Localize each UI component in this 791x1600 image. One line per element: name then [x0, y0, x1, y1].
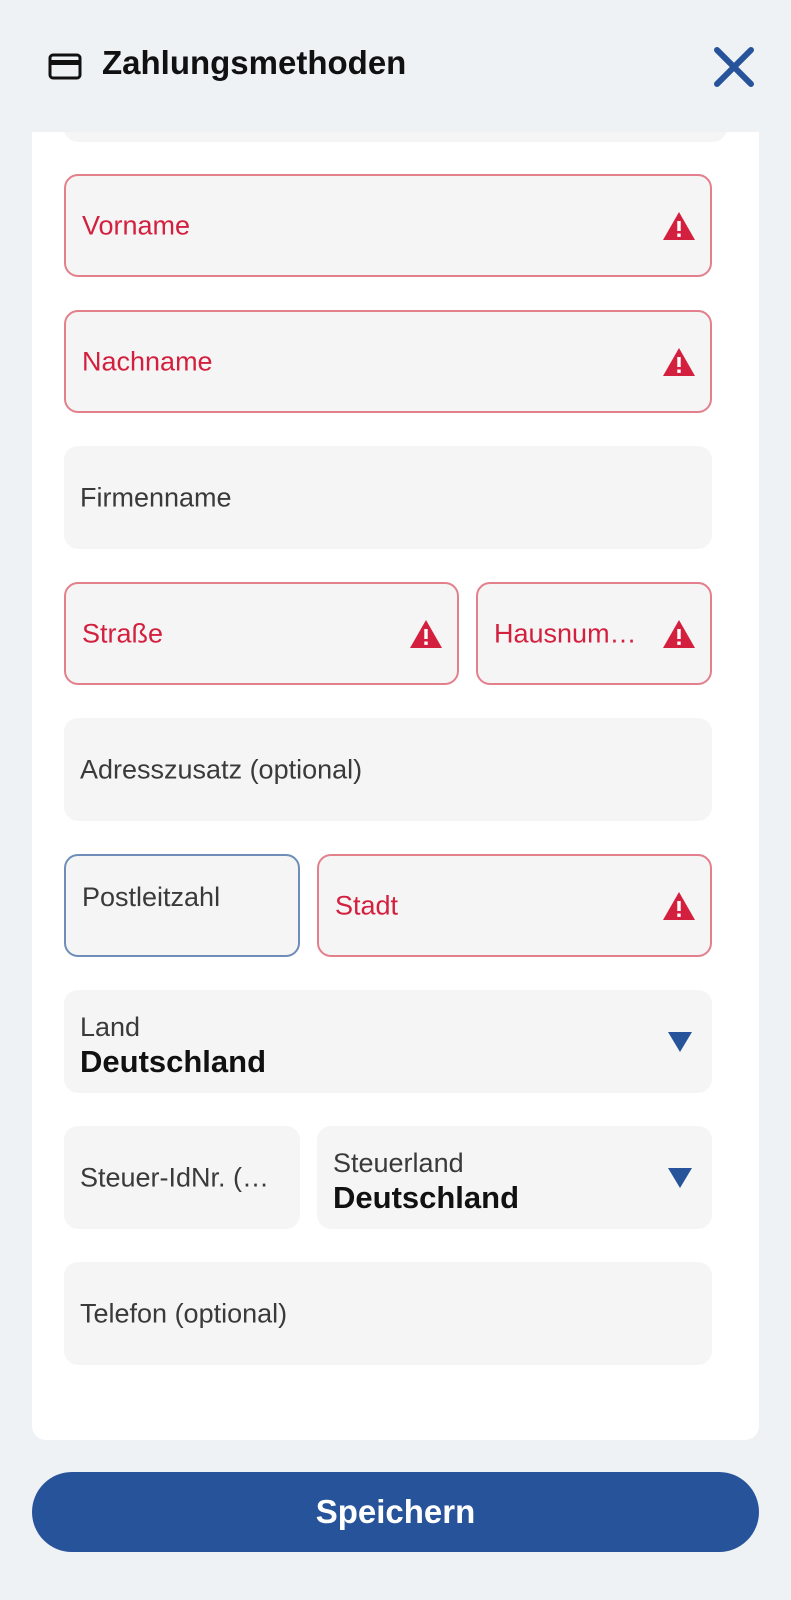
house-number-label: Hausnum… — [494, 618, 637, 648]
phone-field[interactable]: Telefon (optional) — [64, 1262, 712, 1365]
street-field[interactable]: Straße — [64, 582, 459, 685]
tax-id-field[interactable]: Steuer-IdNr. (… — [64, 1126, 300, 1229]
country-label: Land — [80, 1012, 141, 1042]
warning-icon — [663, 619, 695, 648]
company-label: Firmenname — [80, 482, 232, 512]
house-number-field[interactable]: Hausnum… — [476, 582, 712, 685]
page-title: Zahlungsmethoden — [102, 44, 407, 81]
address-extra-field[interactable]: Adresszusatz (optional) — [64, 718, 712, 821]
warning-icon — [410, 619, 442, 648]
close-icon[interactable] — [712, 45, 756, 89]
country-value: Deutschland — [80, 1044, 267, 1079]
tax-country-value: Deutschland — [333, 1180, 520, 1215]
chevron-down-icon — [668, 1167, 692, 1188]
credit-card-icon — [48, 53, 82, 80]
warning-icon — [663, 211, 695, 240]
tax-country-select[interactable]: Steuerland Deutschland — [317, 1126, 712, 1229]
postal-code-label: Postleitzahl — [82, 882, 221, 912]
country-select[interactable]: Land Deutschland — [64, 990, 712, 1093]
tax-id-label: Steuer-IdNr. (… — [80, 1162, 270, 1192]
save-button[interactable]: Speichern — [32, 1472, 759, 1552]
first-name-label: Vorname — [82, 210, 191, 240]
city-field[interactable]: Stadt — [317, 854, 712, 957]
header: Zahlungsmethoden — [0, 0, 791, 132]
last-name-label: Nachname — [82, 346, 213, 376]
city-label: Stadt — [335, 890, 399, 920]
phone-label: Telefon (optional) — [80, 1298, 288, 1328]
tax-country-label: Steuerland — [333, 1148, 464, 1178]
chevron-down-icon — [668, 1031, 692, 1052]
field-above-scrolled[interactable] — [64, 132, 727, 142]
first-name-field[interactable]: Vorname — [64, 174, 712, 277]
street-label: Straße — [82, 618, 164, 648]
last-name-field[interactable]: Nachname — [64, 310, 712, 413]
warning-icon — [663, 891, 695, 920]
company-field[interactable]: Firmenname — [64, 446, 712, 549]
address-extra-label: Adresszusatz (optional) — [80, 754, 363, 784]
billing-form: Vorname Nachname Firmenname Straße Hausn… — [32, 132, 759, 1440]
postal-code-field[interactable]: Postleitzahl — [64, 854, 300, 957]
warning-icon — [663, 347, 695, 376]
